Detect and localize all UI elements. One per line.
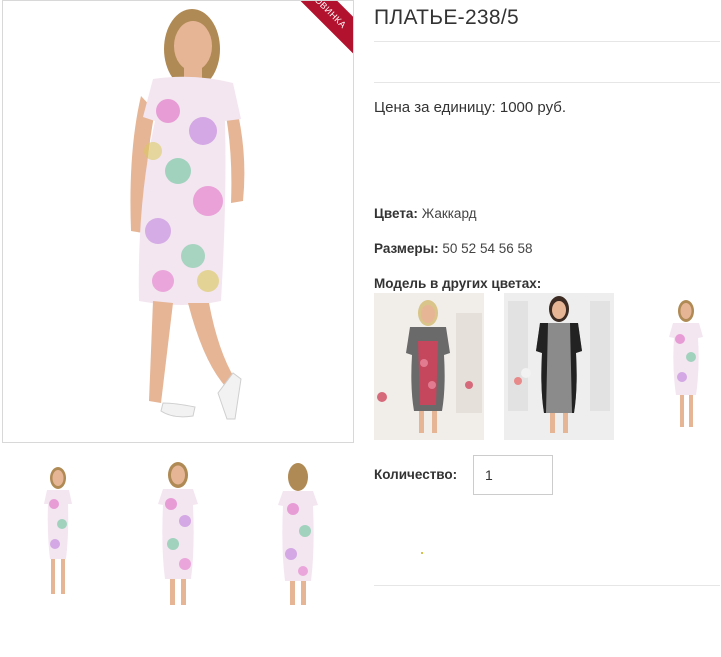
- color-spec-key: Цвета:: [374, 206, 418, 221]
- new-badge-label: НОВИНКА: [293, 1, 353, 59]
- dress-thumb-illustration: [158, 462, 198, 605]
- variant-red-pattern[interactable]: [374, 293, 484, 440]
- quantity-label: Количество:: [374, 467, 458, 482]
- sizes-spec-key: Размеры:: [374, 241, 439, 256]
- variant-floral-small[interactable]: [640, 293, 721, 440]
- variant-photo: [669, 300, 703, 427]
- dress-thumb-illustration: [278, 463, 318, 605]
- decorative-dot: [421, 552, 423, 554]
- divider: [374, 82, 720, 83]
- thumbnail-back[interactable]: [242, 455, 354, 613]
- dress-model-illustration: [130, 9, 245, 420]
- thumbnail-full-length[interactable]: [2, 455, 114, 613]
- divider: [374, 41, 720, 42]
- sizes-spec-value: 50 52 54 56 58: [442, 241, 533, 256]
- variant-grey-pattern[interactable]: [504, 293, 614, 440]
- dress-thumb-illustration: [44, 467, 72, 594]
- quantity-input[interactable]: [473, 455, 553, 495]
- color-spec: Цвета: Жаккард: [374, 206, 477, 221]
- new-badge: НОВИНКА: [293, 1, 353, 61]
- color-variants: [374, 293, 721, 440]
- divider: [374, 585, 720, 586]
- other-colors-heading: Модель в других цветах:: [374, 276, 542, 291]
- main-product-image[interactable]: НОВИНКА: [2, 0, 354, 443]
- price-per-unit: Цена за единицу: 1000 руб.: [374, 99, 566, 116]
- sizes-spec: Размеры: 50 52 54 56 58: [374, 241, 533, 256]
- thumbnail-front[interactable]: [122, 455, 234, 613]
- variant-photo: [374, 293, 484, 440]
- variant-photo: [504, 293, 614, 440]
- product-title: ПЛАТЬЕ-238/5: [374, 6, 520, 29]
- thumbnail-strip: [2, 455, 354, 615]
- color-spec-value: Жаккард: [421, 206, 477, 221]
